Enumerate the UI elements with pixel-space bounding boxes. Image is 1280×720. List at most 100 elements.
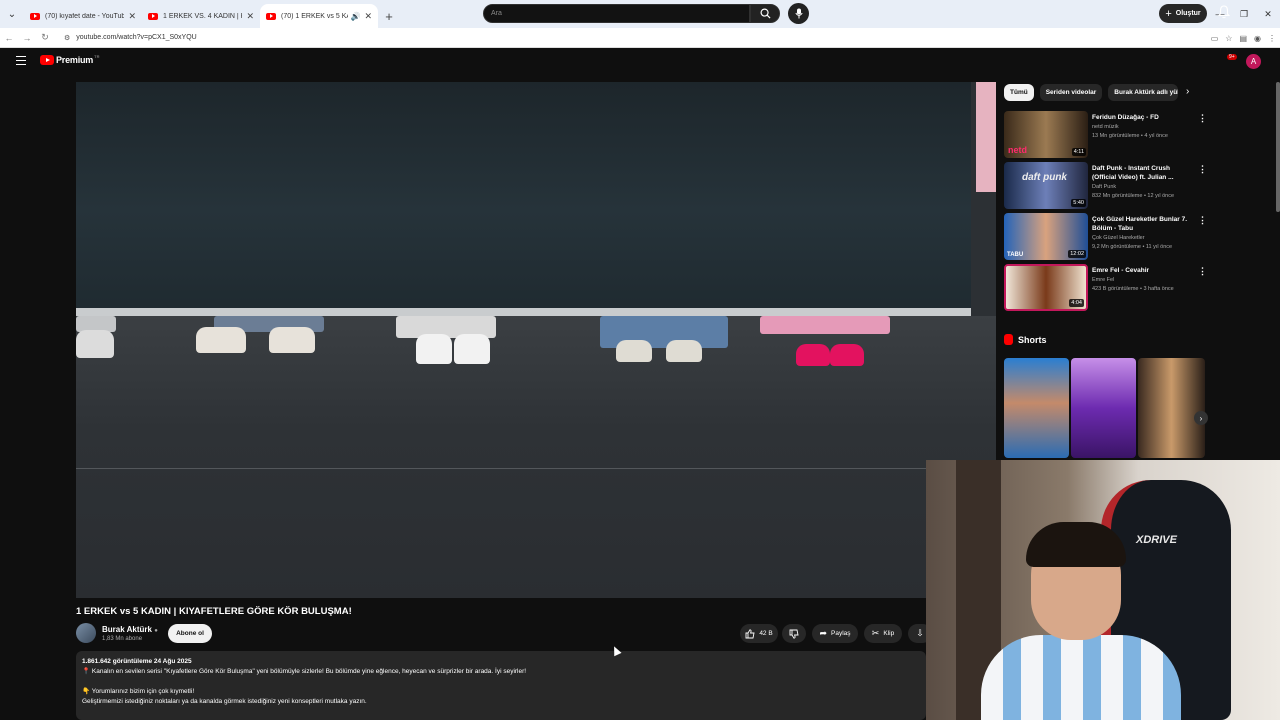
account-avatar[interactable]: A [1246, 54, 1261, 69]
more-options-icon[interactable]: ⋮ [1198, 215, 1207, 226]
chip-series[interactable]: Seriden videolar [1039, 84, 1103, 101]
short-thumbnail[interactable] [1004, 358, 1069, 458]
recommended-title-text: Feridun Düzağaç - FD [1092, 114, 1159, 121]
shorts-label: Shorts [1018, 334, 1047, 345]
reload-icon[interactable]: ↻ [36, 32, 54, 43]
like-button[interactable]: 42 B [740, 624, 778, 643]
tab-close-icon[interactable]: ✕ [364, 11, 372, 22]
shorts-header: Shorts [1004, 334, 1047, 345]
video-thumbnail[interactable]: daft punk 5:40 [1004, 162, 1088, 209]
url-field[interactable]: ⚙ youtube.com/watch?v=pCX1_S0xYQU [64, 34, 197, 42]
page-scrollbar[interactable] [1276, 82, 1280, 212]
back-icon[interactable]: ← [0, 33, 18, 43]
recommended-video[interactable]: daft punk 5:40 Daft Punk - Instant Crush… [1004, 162, 1207, 210]
browser-tab-1[interactable]: (70) kıyafet date - YouTube ✕ [24, 4, 142, 28]
youtube-logo[interactable]: Premium TR [40, 54, 99, 65]
recommended-meta: 13 Mn görüntüleme • 4 yıl önce [1092, 133, 1168, 139]
video-thumbnail[interactable]: netd 4:11 [1004, 111, 1088, 158]
voice-search-button[interactable] [788, 3, 809, 24]
maximize-icon[interactable]: ❐ [1232, 0, 1256, 28]
description-box[interactable]: 1.861.642 görüntüleme 24 Ağu 2025 📍 Kana… [76, 651, 926, 720]
cast-icon[interactable]: ▭ [1211, 34, 1219, 43]
plus-icon: + [1165, 7, 1172, 20]
address-bar: ← → ↻ ⚙ youtube.com/watch?v=pCX1_S0xYQU … [0, 28, 1280, 48]
forward-icon[interactable]: → [18, 33, 36, 43]
recommended-video[interactable]: netd 4:11 Feridun Düzağaç - FD netd müzi… [1004, 111, 1207, 159]
scissors-icon: ✂ [871, 628, 880, 638]
streamer-hair [1026, 522, 1126, 567]
profile-icon[interactable]: ◉ [1254, 34, 1261, 43]
close-window-icon[interactable]: ✕ [1256, 0, 1280, 28]
shorts-icon [1004, 334, 1013, 345]
video-duration: 4:11 [1071, 148, 1086, 156]
channel-name[interactable]: Burak Aktürk ● [102, 625, 158, 634]
thumbs-down-icon [789, 629, 799, 639]
like-count: 42 B [759, 630, 773, 637]
notification-badge: 9+ [1227, 54, 1237, 60]
tabu-logo: TABU [1007, 252, 1024, 258]
menu-dots-icon[interactable]: ⋮ [1268, 34, 1276, 43]
hamburger-menu-icon[interactable] [16, 56, 26, 65]
search-input[interactable]: Ara [483, 4, 750, 23]
recommended-title: Emre Fel - Cevahir Emre Fel 423 B görünt… [1092, 266, 1192, 294]
video-frame-shoe [454, 334, 490, 364]
search-icon [760, 8, 771, 19]
recommended-meta: 832 Mn görüntüleme • 12 yıl önce [1092, 193, 1175, 199]
chip-all[interactable]: Tümü [1004, 84, 1034, 101]
site-info-icon[interactable]: ⚙ [64, 34, 70, 42]
channel-avatar[interactable] [76, 623, 96, 643]
share-button[interactable]: ➦ Paylaş [812, 624, 858, 643]
youtube-header: Premium TR [0, 48, 1280, 76]
create-label: Oluştur [1175, 10, 1201, 17]
recommended-title-text: Emre Fel - Cevahir [1092, 267, 1150, 274]
youtube-favicon-icon [148, 12, 158, 20]
bookmark-star-icon[interactable]: ☆ [1225, 34, 1232, 43]
create-button[interactable]: + Oluştur [1159, 4, 1207, 23]
video-thumbnail[interactable]: TABU 12:02 [1004, 213, 1088, 260]
search-button[interactable] [750, 4, 780, 23]
chevron-right-icon[interactable]: › [1186, 86, 1189, 97]
audio-playing-icon[interactable]: 🔊 [350, 12, 360, 21]
share-label: Paylaş [831, 630, 851, 637]
tab-close-icon[interactable]: ✕ [128, 11, 136, 22]
new-tab-button[interactable]: + [378, 4, 400, 28]
webcam-overlay: XDRIVE [926, 460, 1280, 720]
video-frame-shoe [76, 330, 114, 358]
youtube-favicon-icon [266, 12, 276, 20]
url-text: youtube.com/watch?v=pCX1_S0xYQU [76, 34, 197, 41]
youtube-play-icon [40, 55, 54, 65]
recommended-title-text: Çok Güzel Hareketler Bunlar 7. Bölüm - T… [1092, 216, 1188, 232]
subscriber-count: 1,83 Mn abone [102, 636, 143, 642]
more-options-icon[interactable]: ⋮ [1198, 266, 1207, 277]
subscribe-button[interactable]: Abone ol [168, 624, 212, 643]
video-frame-legs [760, 316, 890, 334]
clip-button[interactable]: ✂ Klip [864, 624, 902, 643]
video-player[interactable] [76, 82, 996, 598]
browser-tab-3-active[interactable]: (70) 1 ERKEK vs 5 KADIN | K 🔊 ✕ [260, 4, 378, 28]
tab-search-icon[interactable]: ⌄ [0, 0, 24, 28]
video-frame-shoe [830, 344, 864, 366]
more-options-icon[interactable]: ⋮ [1198, 113, 1207, 124]
browser-toolbar-icons: ▭ ☆ ▤ ◉ ⋮ [1211, 28, 1276, 48]
chair-brand: XDRIVE [1136, 534, 1177, 546]
short-thumbnail[interactable] [1071, 358, 1136, 458]
dislike-button[interactable] [782, 624, 806, 643]
tab-close-icon[interactable]: ✕ [246, 11, 254, 22]
short-thumbnail[interactable] [1138, 358, 1205, 458]
recommended-channel: Daft Punk [1092, 184, 1117, 190]
chip-channel[interactable]: Burak Aktürk adlı yüklede [1108, 84, 1179, 101]
more-options-icon[interactable]: ⋮ [1198, 164, 1207, 175]
netd-logo: netd [1008, 145, 1027, 155]
recommended-channel: netd müzik [1092, 124, 1119, 130]
streamer-shirt [981, 635, 1181, 720]
recommended-video[interactable]: 4:04 Emre Fel - Cevahir Emre Fel 423 B g… [1004, 264, 1207, 312]
recommended-video[interactable]: TABU 12:02 Çok Güzel Hareketler Bunlar 7… [1004, 213, 1207, 261]
shorts-next-icon[interactable]: › [1194, 411, 1208, 425]
extensions-icon[interactable]: ▤ [1239, 34, 1247, 43]
video-frame-shoe [196, 327, 246, 353]
notifications-button[interactable] [1217, 5, 1232, 21]
recommended-title: Çok Güzel Hareketler Bunlar 7. Bölüm - T… [1092, 215, 1192, 252]
browser-tab-2[interactable]: 1 ERKEK VS. 4 KADIN | KIYAFET ✕ [142, 4, 260, 28]
video-thumbnail[interactable]: 4:04 [1004, 264, 1088, 311]
channel-name-text: Burak Aktürk [102, 625, 152, 634]
